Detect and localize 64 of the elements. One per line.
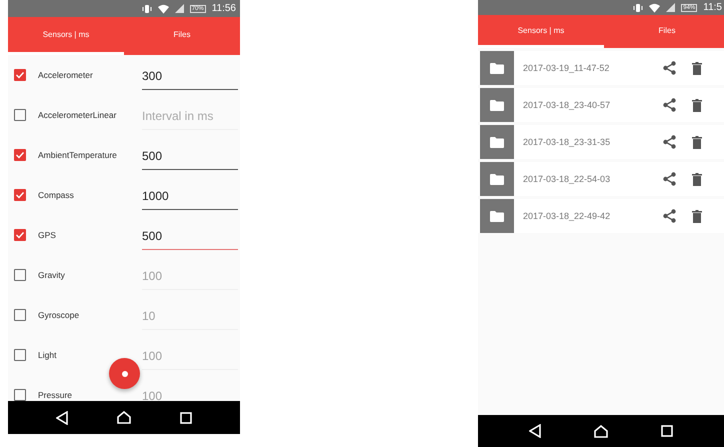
file-name: 2017-03-18_23-40-57 bbox=[523, 100, 612, 110]
clock-time: 11:56 bbox=[212, 3, 236, 14]
checkbox[interactable] bbox=[14, 229, 26, 241]
share-icon[interactable] bbox=[663, 209, 676, 223]
sensor-label: Gyroscope bbox=[38, 310, 80, 320]
sensor-label: GPS bbox=[38, 230, 57, 240]
back-icon[interactable] bbox=[56, 410, 68, 424]
interval-field[interactable]: Interval in ms bbox=[142, 104, 238, 130]
share-icon[interactable] bbox=[663, 61, 676, 75]
file-row[interactable]: 2017-03-18_22-49-42 bbox=[478, 199, 724, 233]
signal-icon bbox=[174, 4, 184, 13]
home-icon[interactable] bbox=[594, 424, 608, 438]
checkbox[interactable] bbox=[14, 349, 26, 361]
checkbox[interactable] bbox=[14, 149, 26, 161]
file-row[interactable]: 2017-03-18_23-31-35 bbox=[478, 125, 724, 159]
checkbox[interactable] bbox=[14, 309, 26, 321]
file-name: 2017-03-18_22-54-03 bbox=[523, 174, 612, 184]
share-icon[interactable] bbox=[663, 98, 676, 112]
interval-field[interactable]: 500 bbox=[142, 144, 238, 170]
checkbox[interactable] bbox=[14, 109, 26, 121]
checkbox[interactable] bbox=[14, 69, 26, 81]
tab[interactable]: Sensors | ms bbox=[8, 17, 124, 55]
record-button[interactable] bbox=[109, 358, 140, 389]
file-name: 2017-03-19_11-47-52 bbox=[523, 63, 610, 73]
interval-field[interactable]: 300 bbox=[142, 64, 238, 90]
file-name: 2017-03-18_22-49-42 bbox=[523, 211, 612, 221]
delete-icon[interactable] bbox=[692, 98, 702, 112]
share-icon[interactable] bbox=[663, 172, 676, 186]
interval-field[interactable]: 500 bbox=[142, 224, 238, 250]
file-row[interactable]: 2017-03-18_23-40-57 bbox=[478, 88, 724, 122]
interval-field[interactable]: 100 bbox=[142, 264, 238, 290]
sensor-label: Gravity bbox=[38, 270, 66, 280]
interval-field[interactable]: 1000 bbox=[142, 184, 238, 210]
file-row[interactable]: 2017-03-19_11-47-52 bbox=[478, 51, 724, 85]
delete-icon[interactable] bbox=[692, 62, 702, 74]
sensor-label: AmbientTemperature bbox=[38, 150, 118, 160]
checkbox[interactable] bbox=[14, 269, 26, 281]
sensor-label: Pressure bbox=[38, 390, 74, 400]
tab[interactable]: Sensors | ms bbox=[478, 15, 604, 48]
interval-field[interactable]: 10 bbox=[142, 304, 238, 330]
delete-icon[interactable] bbox=[692, 136, 702, 148]
vibrate-icon bbox=[142, 4, 152, 14]
delete-icon[interactable] bbox=[692, 172, 702, 186]
signal-icon bbox=[666, 3, 676, 12]
back-icon[interactable] bbox=[528, 424, 541, 438]
wifi-icon bbox=[158, 4, 169, 14]
sensor-label: Light bbox=[38, 350, 58, 360]
delete-icon[interactable] bbox=[692, 210, 702, 222]
recents-icon[interactable] bbox=[661, 425, 674, 437]
vibrate-icon bbox=[633, 2, 644, 12]
file-row[interactable]: 2017-03-18_22-54-03 bbox=[478, 162, 724, 196]
interval-field[interactable]: 100 bbox=[142, 344, 238, 370]
sensor-label: AccelerometerLinear bbox=[38, 110, 118, 120]
checkbox[interactable] bbox=[14, 189, 26, 201]
sensor-label: Accelerometer bbox=[38, 70, 94, 80]
file-name: 2017-03-18_23-31-35 bbox=[523, 137, 612, 147]
home-icon[interactable] bbox=[116, 411, 131, 424]
wifi-icon bbox=[649, 2, 660, 12]
clock-time: 11:5 bbox=[703, 2, 722, 13]
recents-icon[interactable] bbox=[180, 412, 192, 424]
tab[interactable]: Files bbox=[124, 17, 240, 55]
sensor-label: Compass bbox=[38, 190, 75, 200]
tab[interactable]: Files bbox=[604, 15, 724, 48]
share-icon[interactable] bbox=[663, 135, 676, 149]
